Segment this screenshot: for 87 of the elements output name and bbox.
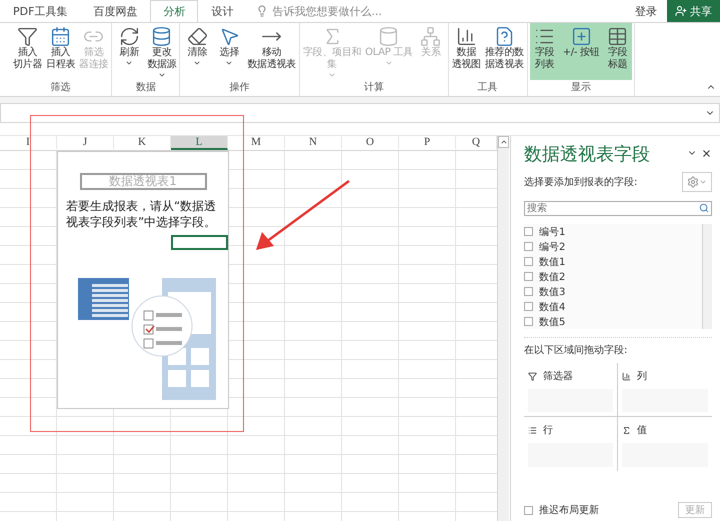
ribbon-button[interactable]: 更改 数据源 xyxy=(146,23,178,80)
ribbon-tab[interactable]: 设计 xyxy=(198,0,246,22)
group-label: 数据 xyxy=(134,81,157,95)
ribbon-button[interactable]: 清除 xyxy=(182,23,212,80)
ribbon-button[interactable]: 插入 日程表 xyxy=(45,23,76,80)
calendar-icon xyxy=(50,26,72,47)
area-label: 行 xyxy=(543,424,553,437)
close-icon[interactable] xyxy=(701,148,712,159)
column-header[interactable]: I xyxy=(0,136,57,150)
group-label: 工具 xyxy=(476,81,499,95)
field-name[interactable]: 数值3 xyxy=(539,284,566,298)
group-label: 操作 xyxy=(228,81,251,95)
settings-button[interactable] xyxy=(682,172,712,192)
column-header[interactable]: M xyxy=(228,136,285,150)
area-label: 筛选器 xyxy=(543,370,573,383)
sigma-icon xyxy=(622,426,631,434)
column-header[interactable]: P xyxy=(399,136,456,150)
pivot-table-name: 数据透视表1 xyxy=(80,173,206,190)
rows-icon xyxy=(528,426,537,434)
checkbox[interactable] xyxy=(524,287,533,296)
lightbulb-icon xyxy=(256,5,268,17)
checkbox[interactable] xyxy=(524,506,533,514)
formula-bar[interactable] xyxy=(0,103,720,123)
caret-icon xyxy=(125,59,134,67)
field-name[interactable]: 数值4 xyxy=(539,300,566,314)
caret-icon xyxy=(500,138,508,146)
ribbon-tab[interactable]: 分析 xyxy=(150,0,198,22)
areas-prompt: 在以下区域间拖动字段: xyxy=(524,344,628,357)
caret-icon xyxy=(225,59,234,67)
group-label: 筛选 xyxy=(50,80,72,95)
field-name[interactable]: 编号1 xyxy=(539,224,566,238)
checkbox[interactable] xyxy=(524,272,533,281)
field-name[interactable]: 数值2 xyxy=(539,270,566,284)
ribbon-button[interactable]: 推荐的数 据透视表 xyxy=(484,23,525,80)
pane-prompt: 选择要添加到报表的字段: xyxy=(524,176,638,189)
sign-in-link[interactable]: 登录 xyxy=(625,0,667,22)
table-icon xyxy=(606,26,628,47)
database-icon xyxy=(151,26,172,47)
settings-icon xyxy=(687,176,699,188)
share-button[interactable]: 共享 xyxy=(667,0,720,22)
column-header[interactable]: L xyxy=(171,136,228,150)
checkbox[interactable] xyxy=(524,227,533,236)
field-name[interactable]: 数值1 xyxy=(539,254,566,268)
search-icon xyxy=(699,203,709,213)
columns-icon xyxy=(622,372,631,380)
area-label: 值 xyxy=(637,424,647,437)
eraser-icon xyxy=(186,26,208,47)
filter-icon xyxy=(528,372,537,380)
ribbon-button[interactable]: 插入 切片器 xyxy=(12,23,44,80)
scroll-up-button[interactable] xyxy=(498,136,509,148)
caret-icon xyxy=(193,59,202,67)
ribbon-button[interactable]: 数据 透视图 xyxy=(450,23,482,80)
person-icon xyxy=(675,5,687,17)
ribbon-tab[interactable]: PDF工具集 xyxy=(0,0,80,22)
scrollbar[interactable] xyxy=(702,224,712,329)
pane-title: 数据透视表字段 xyxy=(524,143,650,166)
tell-me-field[interactable]: 告诉我您想要做什么... xyxy=(272,4,382,18)
checkbox[interactable] xyxy=(524,257,533,266)
selected-cell[interactable] xyxy=(171,235,228,250)
filter-icon xyxy=(17,26,38,47)
ribbon-button[interactable]: 移动 数据透视表 xyxy=(246,23,297,80)
plus-square-icon xyxy=(570,26,592,47)
ribbon-button[interactable]: 选择 xyxy=(214,23,244,80)
network-icon xyxy=(420,26,442,47)
bar-chart-icon xyxy=(456,26,477,47)
cylinder-icon xyxy=(378,26,400,47)
search-field[interactable]: 搜索 xyxy=(524,201,712,216)
group-label: 计算 xyxy=(362,80,385,95)
pivot-instruction: 若要生成报表，请从“数据透视表字段列表”中选择字段。 xyxy=(66,198,218,230)
caret-icon xyxy=(328,71,336,79)
checkbox[interactable] xyxy=(524,302,533,311)
column-header[interactable]: O xyxy=(342,136,399,150)
caret-icon xyxy=(699,178,707,186)
caret-icon xyxy=(384,59,393,67)
field-name[interactable]: 数值5 xyxy=(539,314,566,328)
column-header[interactable]: N xyxy=(285,136,342,150)
column-header[interactable]: J xyxy=(57,136,114,150)
defer-label: 推迟布局更新 xyxy=(539,504,599,517)
checkbox[interactable] xyxy=(524,317,533,326)
checkbox[interactable] xyxy=(524,242,533,251)
field-name[interactable]: 编号2 xyxy=(539,240,566,254)
ribbon-button[interactable]: 刷新 xyxy=(114,23,144,80)
area-label: 列 xyxy=(637,370,647,383)
refresh-icon xyxy=(118,26,140,47)
caret-icon xyxy=(158,71,166,79)
ribbon-tab[interactable]: 百度网盘 xyxy=(80,0,150,22)
group-label: 显示 xyxy=(570,81,592,95)
